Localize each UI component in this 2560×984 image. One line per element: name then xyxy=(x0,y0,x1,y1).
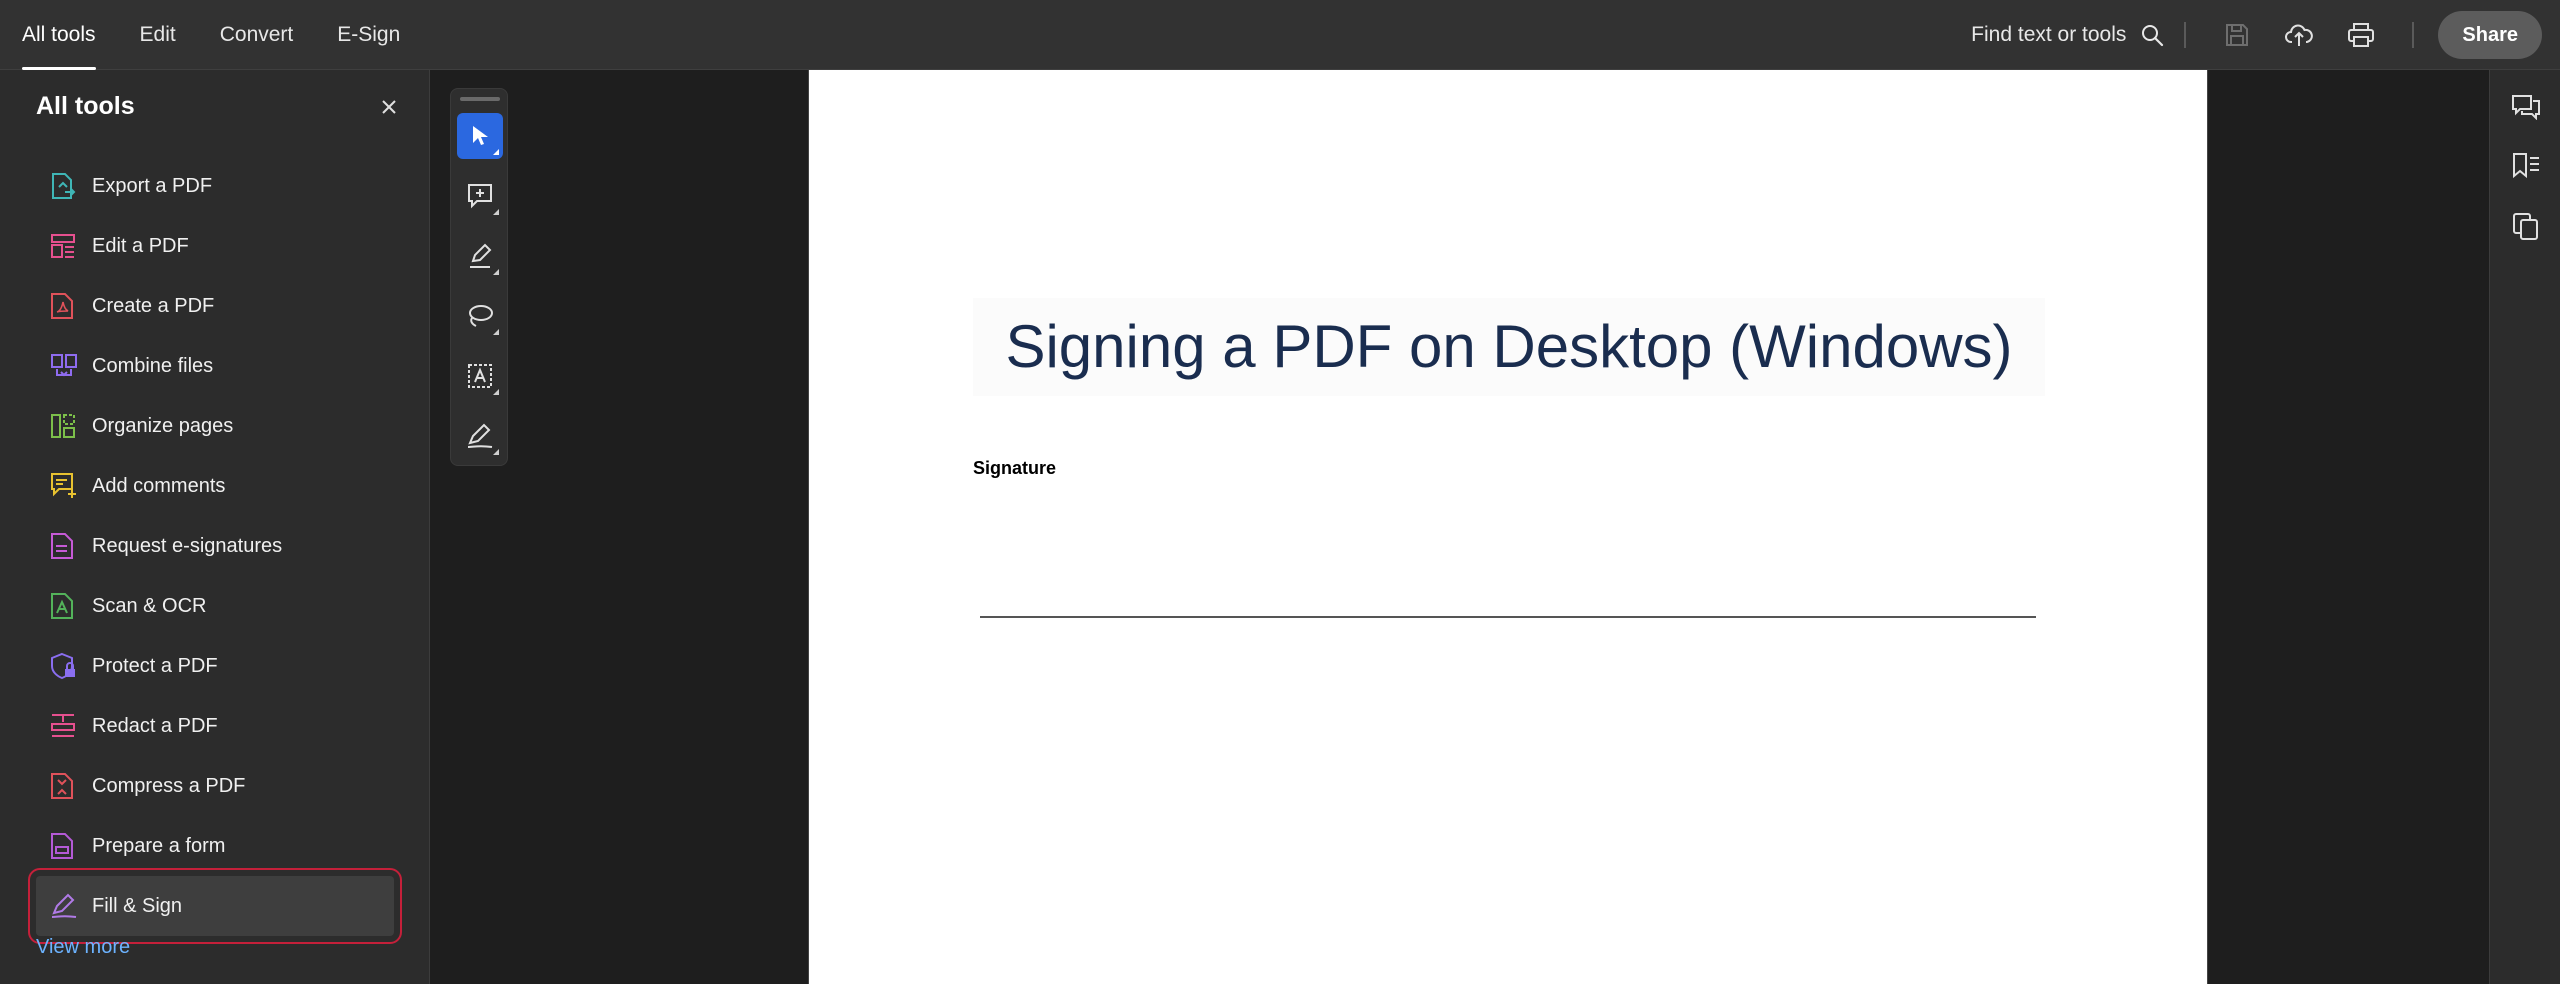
sign-tool-button[interactable] xyxy=(457,413,503,459)
pages-panel-icon xyxy=(2513,213,2538,240)
tool-edit-pdf[interactable]: Edit a PDF xyxy=(36,216,394,276)
top-menu-bar: All tools Edit Convert E-Sign Find text … xyxy=(0,0,2560,70)
comments-panel-button[interactable] xyxy=(2508,88,2544,124)
add-comment-icon xyxy=(468,184,492,209)
combine-files-icon xyxy=(51,354,77,377)
tool-fill-sign[interactable]: Fill & Sign xyxy=(28,868,402,944)
share-button[interactable]: Share xyxy=(2438,11,2542,59)
export-pdf-icon xyxy=(52,173,76,199)
text-select-icon xyxy=(468,364,492,388)
text-tool-button[interactable] xyxy=(457,353,503,399)
tool-label: Protect a PDF xyxy=(92,654,218,677)
print-icon xyxy=(2348,23,2375,47)
request-esign-icon xyxy=(51,533,73,559)
tool-label: Compress a PDF xyxy=(92,774,246,797)
panel-title: All tools xyxy=(36,92,135,120)
page-title-box: Signing a PDF on Desktop (Windows) xyxy=(973,298,2045,396)
tab-convert[interactable]: Convert xyxy=(198,0,316,70)
toolbar-divider xyxy=(2412,22,2415,48)
tab-e-sign[interactable]: E-Sign xyxy=(315,0,422,70)
highlight-tool-button[interactable] xyxy=(457,233,503,279)
add-comment-tool-button[interactable] xyxy=(457,173,503,219)
tool-create-pdf[interactable]: Create a PDF xyxy=(36,276,394,336)
print-button[interactable] xyxy=(2341,15,2381,55)
tab-all-tools[interactable]: All tools xyxy=(0,0,118,70)
signature-line xyxy=(980,616,2036,618)
tool-scan-ocr[interactable]: Scan & OCR xyxy=(36,576,394,636)
top-right-actions: Find text or tools Share xyxy=(1971,0,2560,70)
fill-sign-icon xyxy=(51,893,77,918)
upload-cloud-icon xyxy=(2285,24,2314,46)
sign-pen-icon xyxy=(467,423,493,448)
toolbar-divider xyxy=(2184,22,2187,48)
tool-label: Edit a PDF xyxy=(92,234,189,257)
bookmarks-panel-button[interactable] xyxy=(2508,148,2544,184)
tool-protect-pdf[interactable]: Protect a PDF xyxy=(36,636,394,696)
drag-handle[interactable] xyxy=(460,97,500,101)
document-title: Signing a PDF on Desktop (Windows) xyxy=(1005,313,2013,380)
tool-combine-files[interactable]: Combine files xyxy=(36,336,394,396)
close-icon[interactable] xyxy=(378,96,400,118)
scan-ocr-icon xyxy=(51,593,73,619)
comments-panel-icon xyxy=(2512,95,2540,120)
redact-pdf-icon xyxy=(51,714,75,737)
all-tools-panel: All tools Export a PDF Edit a PDF Create… xyxy=(0,70,430,984)
pages-panel-button[interactable] xyxy=(2508,208,2544,244)
right-panel-rail xyxy=(2489,70,2560,984)
save-icon xyxy=(2226,24,2249,46)
tool-redact-pdf[interactable]: Redact a PDF xyxy=(36,696,394,756)
tool-label: Add comments xyxy=(92,474,226,497)
tool-label: Combine files xyxy=(92,354,214,377)
tool-label: Fill & Sign xyxy=(92,894,183,917)
highlight-pen-icon xyxy=(470,243,492,268)
tool-list: Export a PDF Edit a PDF Create a PDF Com… xyxy=(28,156,402,944)
view-more-link[interactable]: View more xyxy=(36,936,130,959)
pdf-page[interactable]: Signing a PDF on Desktop (Windows) Signa… xyxy=(808,70,2208,984)
add-comments-icon xyxy=(51,473,76,498)
compress-pdf-icon xyxy=(51,773,73,799)
tab-edit[interactable]: Edit xyxy=(118,0,198,70)
tool-label: Redact a PDF xyxy=(92,714,218,737)
signature-label: Signature xyxy=(973,458,1057,478)
tool-label: Request e-signatures xyxy=(92,534,283,557)
find-label: Find text or tools xyxy=(1971,23,2127,46)
tool-export-pdf[interactable]: Export a PDF xyxy=(36,156,394,216)
prepare-form-icon xyxy=(51,833,73,859)
bookmarks-panel-icon xyxy=(2513,153,2539,179)
edit-pdf-icon xyxy=(51,234,75,258)
protect-pdf-icon xyxy=(51,652,75,680)
tool-compress-pdf[interactable]: Compress a PDF xyxy=(36,756,394,816)
search-icon xyxy=(2142,25,2164,47)
draw-tool-button[interactable] xyxy=(457,293,503,339)
select-tool-button[interactable] xyxy=(457,113,503,159)
tool-label: Export a PDF xyxy=(92,174,213,197)
upload-button[interactable] xyxy=(2279,15,2319,55)
create-pdf-icon xyxy=(51,293,73,319)
organize-pages-icon xyxy=(51,414,75,438)
top-nav: All tools Edit Convert E-Sign xyxy=(0,0,422,70)
find-text-or-tools-button[interactable]: Find text or tools xyxy=(1971,23,2164,47)
save-button[interactable] xyxy=(2217,15,2257,55)
tool-label: Scan & OCR xyxy=(92,594,207,617)
tool-label: Prepare a form xyxy=(92,834,226,857)
tool-label: Organize pages xyxy=(92,414,234,437)
select-cursor-icon xyxy=(473,126,488,145)
draw-lasso-icon xyxy=(469,305,493,327)
tool-request-esignatures[interactable]: Request e-signatures xyxy=(36,516,394,576)
tool-add-comments[interactable]: Add comments xyxy=(36,456,394,516)
tool-label: Create a PDF xyxy=(92,294,215,317)
tool-prepare-form[interactable]: Prepare a form xyxy=(36,816,394,876)
quick-tools-toolbar xyxy=(450,88,508,466)
tool-organize-pages[interactable]: Organize pages xyxy=(36,396,394,456)
